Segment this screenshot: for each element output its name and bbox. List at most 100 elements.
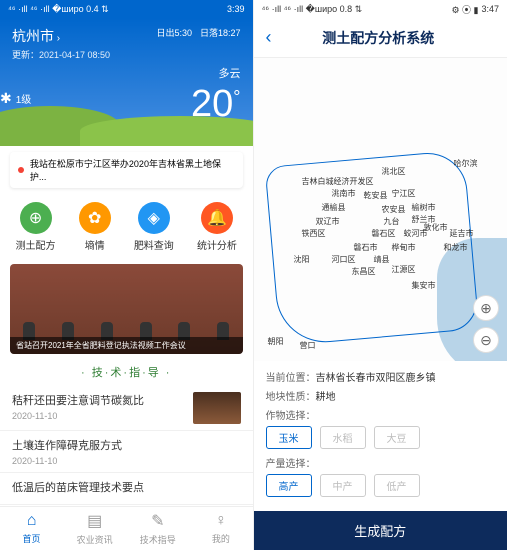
land-label: 地块性质： [266,392,316,403]
news-caption: 省站召开2021年全省肥料登记执法视频工作会议 [10,337,243,354]
crop-option[interactable]: 水稻 [320,426,366,449]
weather-card: 杭州市 › 更新：2021-04-17 08:50 日出5:30 日落18:27… [0,18,253,146]
map-controls: ⊕ ⊖ [473,295,499,353]
status-bar: ⁴⁶ ·ıll ⁴⁶ ·ıll �широ 0.8 ⇅ ⚙ ⦿ ▮ 3:47 [254,0,507,18]
article-item[interactable]: 秸秆还田要注意调节碳氮比 2020-11-10 [0,386,253,431]
city-chevron-icon[interactable]: › [57,33,60,44]
yield-option[interactable]: 高产 [266,474,312,497]
map-label[interactable]: 延吉市 [450,228,474,239]
map-label[interactable]: 营口 [300,340,316,351]
windmill-icon: ✱ [0,90,12,106]
map-label[interactable]: 洮北区 [382,166,406,177]
info-panel: 当前位置：吉林省长春市双阳区鹿乡镇 地块性质：耕地 作物选择： 玉米水稻大豆 产… [254,361,507,511]
nav-label: 我的 [212,532,230,545]
nav-技术指导[interactable]: ✎技术指导 [126,507,189,550]
top-bar: ‹ 测土配方分析系统 [254,18,507,58]
map-label[interactable]: 磐石市 [354,242,378,253]
screen-weather-app: ⁴⁶ ·ıll ⁴⁶ ·ıll �широ 0.4 ⇅ 3:39 杭州市 › 更… [0,0,254,550]
action-label: 统计分析 [197,237,237,252]
notice-text: 我站在松原市宁江区举办2020年吉林省黑土地保护... [30,157,235,183]
location-label: 当前位置： [266,373,316,384]
sunset-time: 日落18:27 [200,26,241,61]
location-value: 吉林省长春市双阳区鹿乡镇 [316,373,436,384]
status-bar: ⁴⁶ ·ıll ⁴⁶ ·ıll �широ 0.4 ⇅ 3:39 [0,0,253,18]
map-label[interactable]: 沈阳 [294,254,310,265]
yield-option[interactable]: 中产 [320,474,366,497]
map-label[interactable]: 磐石区 [372,228,396,239]
nav-我的[interactable]: ♀ 我的 [189,507,252,550]
nav-icon: ♀ [215,512,227,530]
bottom-nav: ⌂ 首页 ▤农业资讯✎技术指导 ♀ 我的 [0,506,253,550]
map-label[interactable]: 宁江区 [392,188,416,199]
article-title: 低温后的苗床管理技术要点 [12,479,241,495]
action-墒情[interactable]: ✿ 墒情 [79,202,111,252]
status-time: 3:47 [481,4,499,14]
action-测土配方[interactable]: ⊕测土配方 [16,202,56,252]
map-label[interactable]: 乾安县 [364,190,388,201]
map-area[interactable]: 哈尔滨洮北区吉林白城经济开发区洮南市乾安县宁江区通榆县农安县榆树市双辽市九台舒兰… [254,58,507,361]
back-button[interactable]: ‹ [266,27,272,48]
map-label[interactable]: 河口区 [332,254,356,265]
nav-label: 首页 [23,532,41,545]
map-label[interactable]: 吉林白城经济开发区 [302,176,374,187]
yield-option[interactable]: 低产 [374,474,420,497]
map-label[interactable]: 双辽市 [316,216,340,227]
nav-农业资讯[interactable]: ▤农业资讯 [63,507,126,550]
map-label[interactable]: 蛟河市 [404,228,428,239]
screen-soil-analysis: ⁴⁶ ·ıll ⁴⁶ ·ıll �широ 0.8 ⇅ ⚙ ⦿ ▮ 3:47 ‹… [254,0,507,550]
status-time: 3:39 [227,4,245,14]
map-label[interactable]: 通榆县 [322,202,346,213]
notice-banner[interactable]: 我站在松原市宁江区举办2020年吉林省黑土地保护... [10,152,243,188]
map-label[interactable]: 榆树市 [412,202,436,213]
article-item[interactable]: 土壤连作障碍克服方式 2020-11-10 [0,431,253,473]
zoom-out-button[interactable]: ⊖ [473,327,499,353]
article-thumbnail [193,392,241,424]
action-肥料查询[interactable]: ◈肥料查询 [134,202,174,252]
map-label[interactable]: 哈尔滨 [454,158,478,169]
map-label[interactable]: 朝阳 [268,336,284,347]
map-label[interactable]: 九台 [384,216,400,227]
notice-dot-icon [18,167,24,173]
map-label[interactable]: 和龙市 [444,242,468,253]
map-label[interactable]: 洮南市 [332,188,356,199]
zoom-in-button[interactable]: ⊕ [473,295,499,321]
land-value: 耕地 [316,392,336,403]
article-title: 秸秆还田要注意调节碳氮比 [12,392,144,408]
crop-option[interactable]: 大豆 [374,426,420,449]
sunrise-time: 日出5:30 [156,26,192,61]
hills-decoration [0,122,253,146]
status-icons: ⚙ ⦿ ▮ [451,3,478,16]
update-time: 更新：2021-04-17 08:50 [12,48,110,61]
action-icon: 🔔 [201,202,233,234]
city-name[interactable]: 杭州市 [12,28,54,44]
nav-icon: ✎ [151,511,164,531]
status-signals: ⁴⁶ ·ıll ⁴⁶ ·ıll �широ 0.4 ⇅ [8,4,109,15]
map-label[interactable]: 农安县 [382,204,406,215]
nav-首页[interactable]: ⌂ 首页 [0,507,63,550]
map-label[interactable]: 桦甸市 [392,242,416,253]
map-label[interactable]: 靖县 [374,254,390,265]
map-label[interactable]: 集安市 [412,280,436,291]
crop-option[interactable]: 玉米 [266,426,312,449]
generate-button[interactable]: 生成配方 [254,511,507,550]
status-signals: ⁴⁶ ·ıll ⁴⁶ ·ıll �широ 0.8 ⇅ [262,4,363,15]
news-photo[interactable]: 省站召开2021年全省肥料登记执法视频工作会议 [10,264,243,354]
article-item[interactable]: 低温后的苗床管理技术要点 [0,473,253,505]
nav-icon: ⌂ [27,512,37,530]
action-icon: ✿ [79,202,111,234]
weather-condition: 多云 [191,65,240,81]
action-label: 墒情 [85,237,105,252]
section-title: · 技·术·指·导 · [0,358,253,386]
article-date: 2020-11-10 [12,456,241,466]
map-label[interactable]: 铁西区 [302,228,326,239]
article-date: 2020-11-10 [12,411,144,421]
map-label[interactable]: 江源区 [392,264,416,275]
action-统计分析[interactable]: 🔔 统计分析 [197,202,237,252]
article-title: 土壤连作障碍克服方式 [12,437,241,453]
page-title: 测土配方分析系统 [280,28,478,48]
yield-label: 产量选择： [266,459,316,470]
action-icon: ◈ [138,202,170,234]
nav-icon: ▤ [87,511,102,531]
map-label[interactable]: 东昌区 [352,266,376,277]
action-label: 测土配方 [16,237,56,252]
